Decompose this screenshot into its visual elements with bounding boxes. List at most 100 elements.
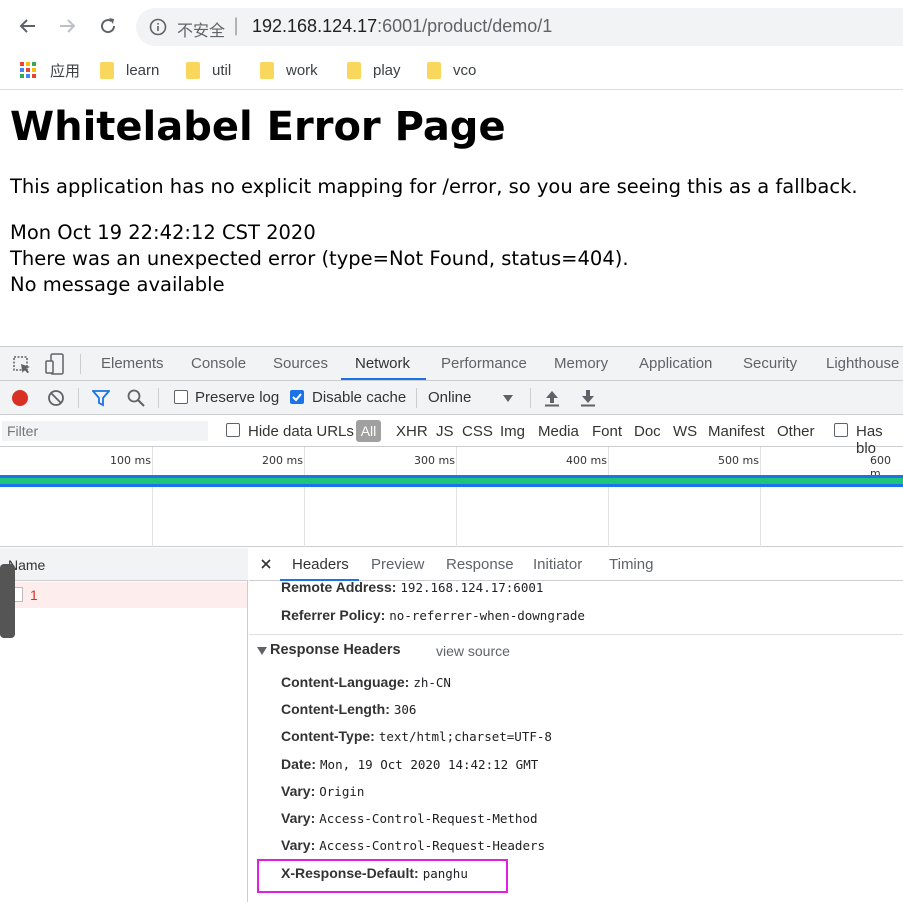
bookmark-label: learn [126,61,160,79]
header-key: Content-Length: [281,701,390,717]
hide-data-urls-checkbox[interactable] [226,423,240,437]
header-value: no-referrer-when-downgrade [389,608,585,623]
request-row[interactable]: 1 [0,582,247,608]
tab-console[interactable]: Console [191,355,246,372]
tab-sources[interactable]: Sources [273,355,328,372]
page-title: Whitelabel Error Page [10,104,506,150]
highlight-box [257,859,508,893]
filter-type-css[interactable]: CSS [462,423,493,440]
view-source-link[interactable]: view source [436,643,510,659]
info-icon[interactable] [149,18,167,36]
bookmark-play[interactable]: play [347,58,401,82]
error-page: Whitelabel Error Page This application h… [10,98,890,298]
error-line: There was an unexpected error (type=Not … [10,247,629,270]
url-path: :6001/product/demo/1 [377,16,553,36]
preserve-log-checkbox[interactable] [174,390,188,404]
close-icon[interactable] [261,559,271,569]
filter-type-media[interactable]: Media [538,423,579,440]
tab-initiator[interactable]: Initiator [533,556,582,573]
inspect-element-icon[interactable] [12,355,32,375]
bookmark-apps[interactable]: 应用 [20,58,80,82]
bookmark-util[interactable]: util [186,58,231,82]
forward-button[interactable] [53,12,81,40]
tab-memory[interactable]: Memory [554,355,608,372]
security-label: 不安全 [177,21,226,40]
timeline-gridline [456,447,457,547]
bookmark-label: 应用 [50,62,81,80]
header-key: Content-Language: [281,674,410,690]
timeline-gridline [608,447,609,547]
response-headers-title[interactable]: Response Headers [270,642,401,658]
back-button[interactable] [14,12,42,40]
filter-type-js[interactable]: JS [436,423,454,440]
tab-application[interactable]: Application [639,355,712,372]
export-har-icon[interactable] [580,389,596,407]
filter-type-other[interactable]: Other [777,423,815,440]
detail-tab-bar: Headers Preview Response Initiator Timin… [249,548,903,581]
divider [158,388,159,408]
url-host: 192.168.124.17 [252,16,378,36]
tab-network[interactable]: Network [355,355,410,372]
forward-arrow-icon [60,19,76,33]
folder-icon [186,61,200,79]
filter-icon[interactable] [92,390,110,407]
reload-button[interactable] [94,12,122,40]
network-timeline[interactable]: 100 ms 200 ms 300 ms 400 ms 500 ms 600 m [0,447,903,547]
fallback-text: This application has no explicit mapping… [10,175,858,198]
bookmark-label: vco [453,61,477,79]
disable-cache-checkbox[interactable] [290,390,304,404]
disable-cache-label: Disable cache [312,389,407,406]
device-toolbar-icon[interactable] [45,353,65,375]
has-blocked-checkbox[interactable] [834,423,848,437]
tab-timing[interactable]: Timing [609,556,653,573]
bookmark-learn[interactable]: learn [100,58,159,82]
header-key: Date: [281,756,317,772]
tab-security[interactable]: Security [743,355,797,372]
collapse-triangle-icon[interactable] [257,647,267,655]
divider [78,388,79,408]
header-row: Vary: Access-Control-Request-Method [281,810,538,826]
divider [416,388,417,408]
search-icon[interactable] [127,389,145,407]
filter-input[interactable] [2,421,208,441]
filter-bar: Hide data URLs All XHR JS CSS Img Media … [0,415,903,457]
timeline-gridline [152,447,153,547]
filter-type-manifest[interactable]: Manifest [708,423,765,440]
scrollbar-thumb[interactable] [0,564,15,638]
header-row: Remote Address: 192.168.124.17:6001 [281,579,543,595]
bookmark-vco[interactable]: vco [427,58,476,82]
tab-elements[interactable]: Elements [101,355,164,372]
filter-type-doc[interactable]: Doc [634,423,661,440]
clear-icon[interactable] [47,389,65,407]
header-key: Content-Type: [281,728,375,744]
timeline-tick-label: 500 ms [718,454,759,467]
bookmarks-bar: 应用 learn util work play vco [0,52,903,90]
filter-type-all[interactable]: All [356,420,381,442]
request-list-header[interactable]: Name [0,548,248,581]
filter-type-ws[interactable]: WS [673,423,697,440]
tab-headers[interactable]: Headers [292,556,349,573]
import-har-icon[interactable] [544,389,560,407]
filter-type-xhr[interactable]: XHR [396,423,428,440]
tab-preview[interactable]: Preview [371,556,424,573]
header-value: Access-Control-Request-Method [319,811,538,826]
folder-icon [347,61,361,79]
record-icon[interactable] [11,389,29,407]
tab-lighthouse[interactable]: Lighthouse [826,355,899,372]
timeline-gridline [304,447,305,547]
throttling-select[interactable]: Online [428,389,471,406]
header-row: Vary: Origin [281,783,364,799]
devtools-panel: Elements Console Sources Network Perform… [0,346,903,902]
tab-response[interactable]: Response [446,556,514,573]
bookmark-work[interactable]: work [260,58,318,82]
message-line: No message available [10,273,225,296]
url-text[interactable]: 192.168.124.17:6001/product/demo/1 [252,16,552,37]
header-row: Vary: Access-Control-Request-Headers [281,837,545,853]
filter-type-img[interactable]: Img [500,423,525,440]
tab-performance[interactable]: Performance [441,355,527,372]
filter-type-font[interactable]: Font [592,423,622,440]
header-value: zh-CN [413,675,451,690]
header-row: Referrer Policy: no-referrer-when-downgra… [281,607,585,623]
request-name: 1 [30,587,38,603]
address-bar[interactable]: 不安全 | 192.168.124.17:6001/product/demo/1 [136,8,903,46]
